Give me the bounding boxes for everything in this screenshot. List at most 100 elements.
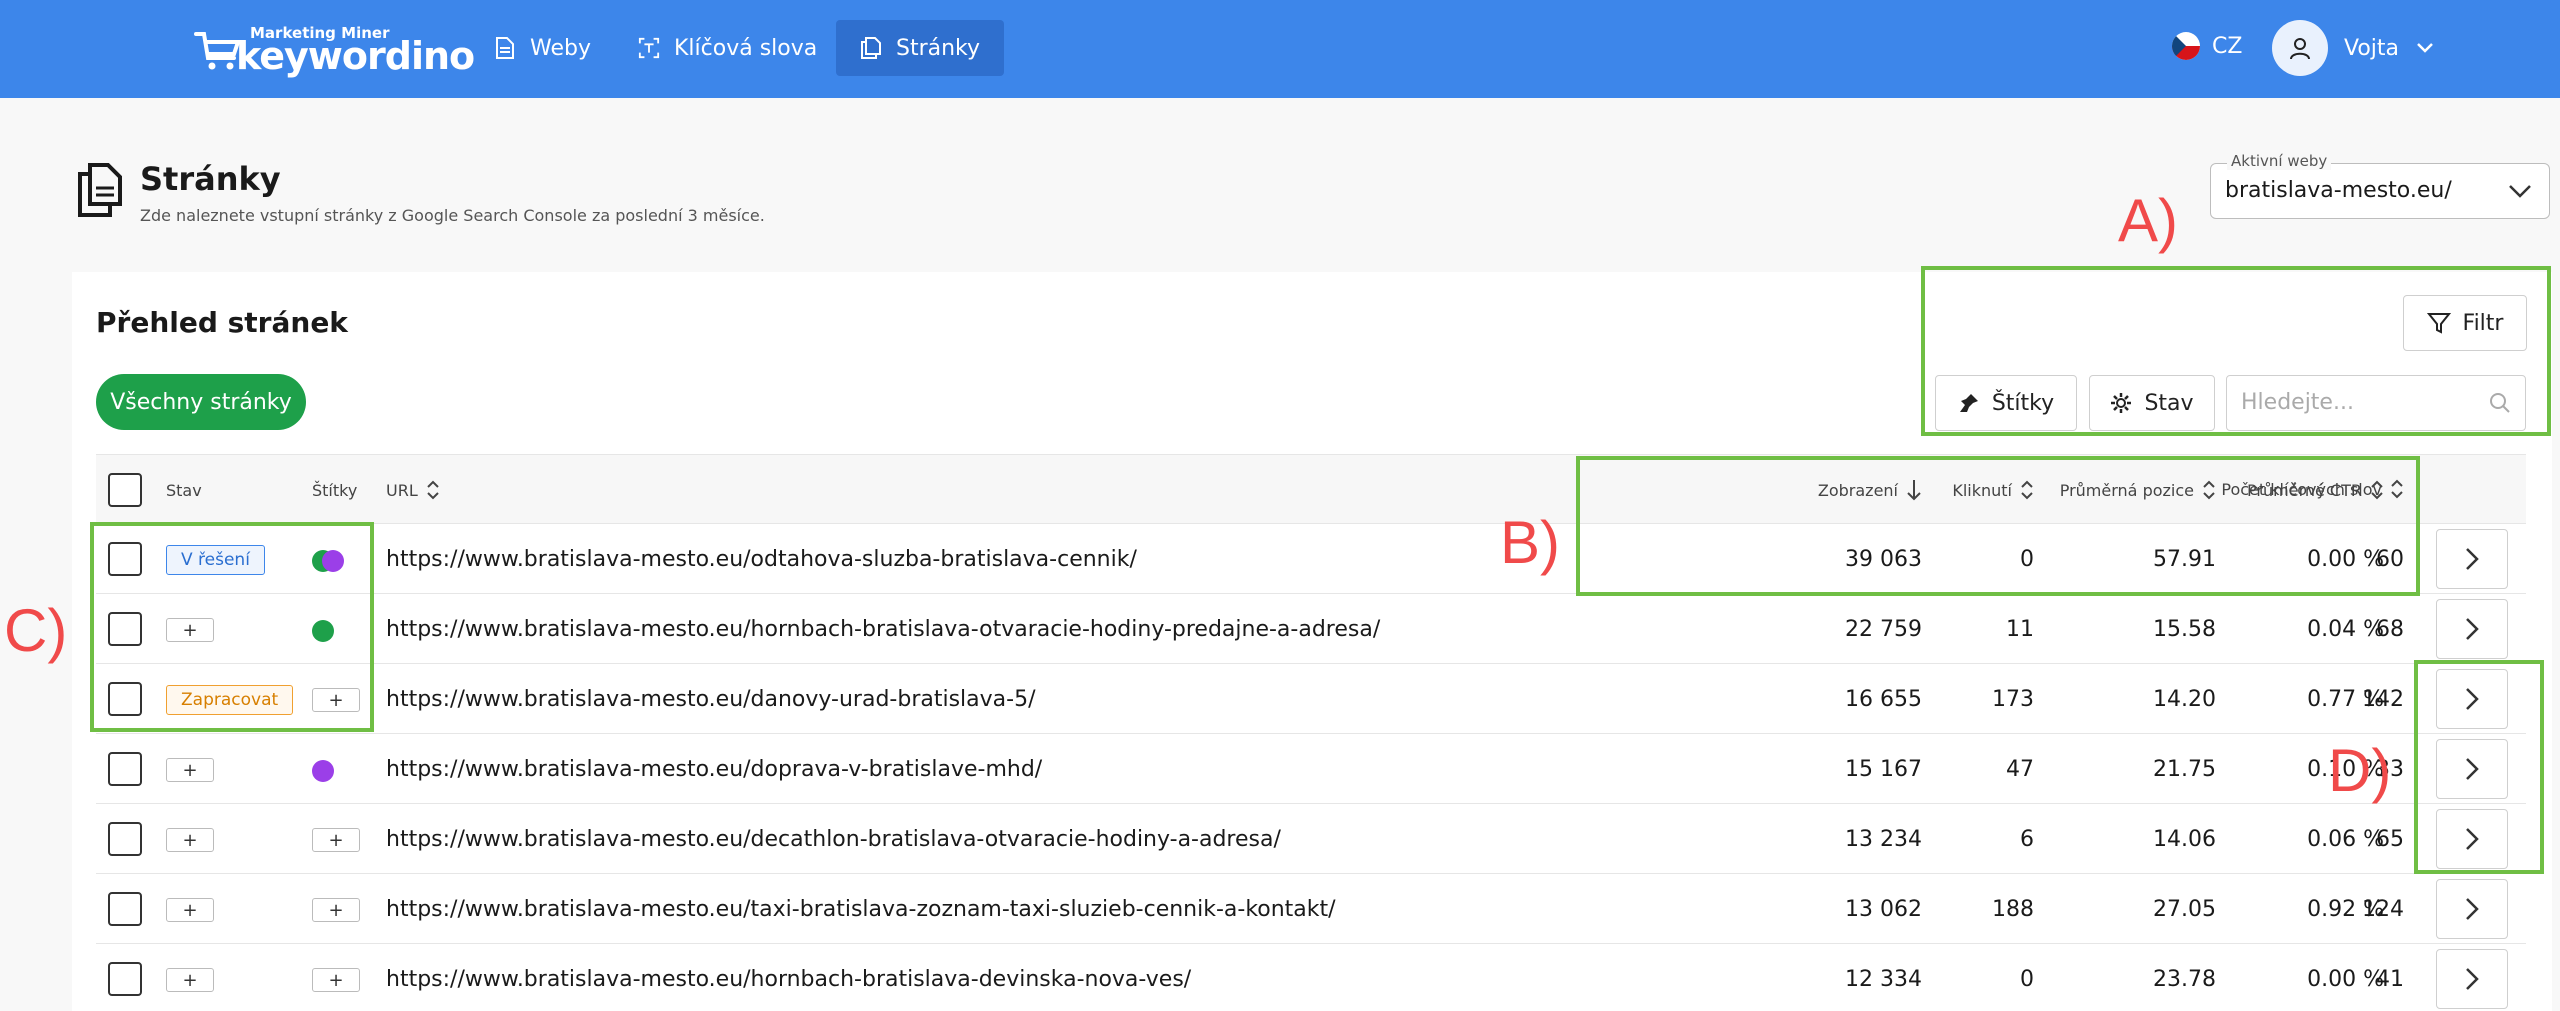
active-site-select[interactable]: Aktivní weby bratislava-mesto.eu/ (2210, 152, 2550, 219)
impressions-cell: 13 062 (1845, 896, 1922, 922)
active-site-value: bratislava-mesto.eu/ (2225, 178, 2452, 203)
table-row: + + https://www.bratislava-mesto.eu/decath… (96, 804, 2526, 874)
keywords-cell: 41 (2376, 966, 2404, 992)
row-checkbox[interactable] (108, 962, 142, 996)
all-pages-button[interactable]: Všechny stránky (96, 374, 306, 430)
annotation-label-d: D) (2328, 737, 2392, 804)
url-cell[interactable]: https://www.bratislava-mesto.eu/hornbach… (386, 944, 1191, 1011)
chevron-right-icon (2466, 968, 2479, 990)
keywords-cell: 124 (2362, 896, 2404, 922)
impressions-cell: 12 334 (1845, 966, 1922, 992)
keywords-cell: 68 (2376, 616, 2404, 642)
plus-label: + (182, 759, 198, 781)
pages-header-icon (78, 163, 122, 217)
plus-label: + (182, 829, 198, 851)
plus-label: + (182, 899, 198, 921)
table-row: + + https://www.bratislava-mesto.eu/hornba… (96, 944, 2526, 1011)
active-site-label: Aktivní weby (2227, 152, 2332, 170)
nav-item-klicova-slova[interactable]: Klíčová slova (614, 20, 841, 76)
table-row: + https://www.bratislava-mesto.eu/hornbac… (96, 594, 2526, 664)
page-subtitle: Zde naleznete vstupní stránky z Google S… (140, 206, 765, 225)
row-detail-button[interactable] (2436, 879, 2508, 939)
top-navigation-bar: Marketing Miner keywordino Weby Klíčová … (0, 0, 2560, 98)
position-cell: 15.58 (2153, 616, 2216, 642)
pages-icon (861, 37, 881, 59)
url-cell[interactable]: https://www.bratislava-mesto.eu/odtahova… (386, 524, 1137, 594)
tag-dot[interactable] (312, 760, 334, 782)
annotation-box-d (2414, 660, 2544, 874)
clicks-cell: 47 (2006, 756, 2034, 782)
impressions-cell: 13 234 (1845, 826, 1922, 852)
annotation-box-a (1921, 266, 2551, 436)
position-cell: 14.20 (2153, 686, 2216, 712)
plus-label: + (182, 969, 198, 991)
row-checkbox[interactable] (108, 892, 142, 926)
page-title: Stránky (140, 160, 281, 198)
row-detail-button[interactable] (2436, 949, 2508, 1009)
user-menu[interactable]: Vojta (2272, 20, 2435, 76)
sort-icon (427, 480, 439, 500)
add-tag-button[interactable]: + (312, 968, 360, 992)
clicks-cell: 188 (1992, 896, 2034, 922)
annotation-box-c (90, 522, 374, 732)
row-detail-button[interactable] (2436, 529, 2508, 589)
row-checkbox[interactable] (108, 752, 142, 786)
impressions-cell: 16 655 (1845, 686, 1922, 712)
clicks-cell: 0 (2020, 966, 2034, 992)
chevron-right-icon (2466, 548, 2479, 570)
position-cell: 14.06 (2153, 826, 2216, 852)
add-state-button[interactable]: + (166, 828, 214, 852)
position-cell: 21.75 (2153, 756, 2216, 782)
header-url[interactable]: URL (386, 455, 440, 525)
impressions-cell: 22 759 (1845, 616, 1922, 642)
position-cell: 23.78 (2153, 966, 2216, 992)
nav-label: Klíčová slova (674, 35, 818, 61)
impressions-cell: 15 167 (1845, 756, 1922, 782)
add-tag-button[interactable]: + (312, 828, 360, 852)
clicks-cell: 6 (2020, 826, 2034, 852)
nav-item-weby[interactable]: Weby (470, 20, 615, 76)
chevron-right-icon (2466, 898, 2479, 920)
plus-label: + (328, 969, 344, 991)
annotation-label-b: B) (1500, 509, 1560, 576)
position-cell: 27.05 (2153, 896, 2216, 922)
document-icon (496, 37, 514, 59)
add-state-button[interactable]: + (166, 968, 214, 992)
language-label: CZ (2212, 33, 2243, 59)
url-cell[interactable]: https://www.bratislava-mesto.eu/hornbach… (386, 594, 1380, 664)
table-row: + https://www.bratislava-mesto.eu/doprava… (96, 734, 2526, 804)
row-checkbox[interactable] (108, 822, 142, 856)
header-url-label: URL (386, 480, 418, 500)
table-row: Zapracovat + https://www.bratislava-mesto.… (96, 664, 2526, 734)
czech-flag-icon (2172, 32, 2200, 60)
url-cell[interactable]: https://www.bratislava-mesto.eu/decathlo… (386, 804, 1281, 874)
text-frame-icon (638, 37, 660, 59)
url-cell[interactable]: https://www.bratislava-mesto.eu/taxi-bra… (386, 874, 1336, 944)
clicks-cell: 173 (1992, 686, 2034, 712)
plus-label: + (328, 829, 344, 851)
annotation-label-a: A) (2118, 187, 2178, 254)
keywords-cell: 65 (2376, 826, 2404, 852)
plus-label: + (328, 899, 344, 921)
header-state: Stav (166, 480, 202, 500)
clicks-cell: 11 (2006, 616, 2034, 642)
nav-label: Stránky (896, 35, 981, 61)
url-cell[interactable]: https://www.bratislava-mesto.eu/danovy-u… (386, 664, 1036, 734)
nav-label: Weby (530, 35, 591, 61)
keywords-cell: 142 (2362, 686, 2404, 712)
user-name: Vojta (2344, 35, 2400, 61)
card-title: Přehled stránek (96, 306, 348, 339)
annotation-box-b (1576, 456, 2420, 596)
row-detail-button[interactable] (2436, 599, 2508, 659)
url-cell[interactable]: https://www.bratislava-mesto.eu/doprava-… (386, 734, 1042, 804)
select-all-checkbox[interactable] (108, 473, 142, 507)
add-state-button[interactable]: + (166, 758, 214, 782)
table-row: + + https://www.bratislava-mesto.eu/taxi-b… (96, 874, 2526, 944)
add-state-button[interactable]: + (166, 898, 214, 922)
chevron-down-icon (2509, 185, 2531, 198)
nav-item-stranky[interactable]: Stránky (836, 20, 1005, 76)
user-avatar-icon (2272, 20, 2328, 76)
brand-name: keywordino (236, 34, 475, 78)
add-tag-button[interactable]: + (312, 898, 360, 922)
language-switch[interactable]: CZ (2172, 32, 2242, 60)
